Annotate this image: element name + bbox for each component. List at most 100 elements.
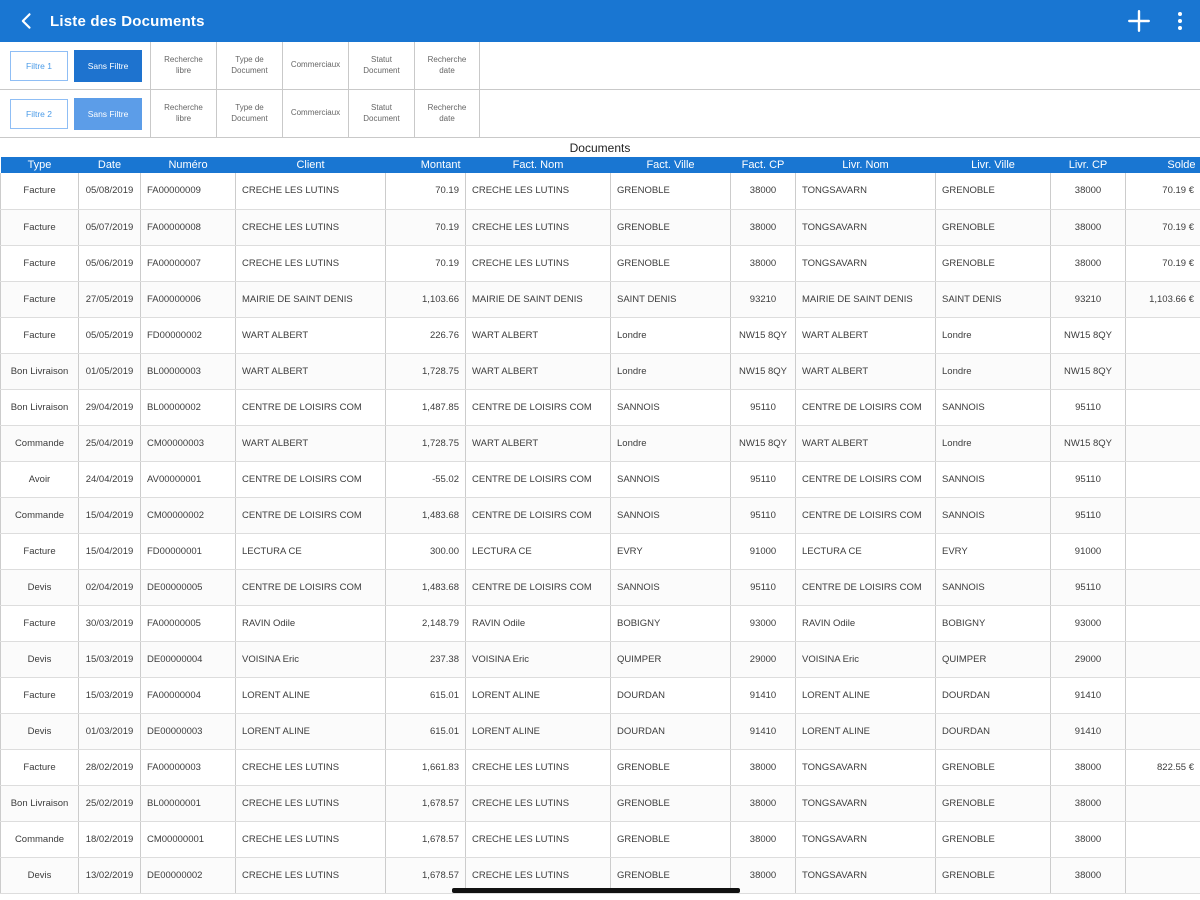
table-row[interactable]: Bon Livraison 25/02/2019 BL00000001 CRECHE … <box>0 785 1200 822</box>
cell-num-ro: CM00000003 <box>140 425 236 462</box>
filter-button-statut-document[interactable]: Statut Document <box>348 90 414 137</box>
table-row[interactable]: Facture 15/04/2019 FD00000001 LECTURA CE 300… <box>0 533 1200 570</box>
cell-livr-cp: 95110 <box>1050 461 1126 498</box>
cell-num-ro: BL00000003 <box>140 353 236 390</box>
cell-montant: 1,661.83 <box>385 749 466 786</box>
cell-livr-ville: BOBIGNY <box>935 605 1051 642</box>
cell-num-ro: BL00000002 <box>140 389 236 426</box>
table-row[interactable]: Devis 02/04/2019 DE00000005 CENTRE DE LOISI… <box>0 569 1200 606</box>
cell-num-ro: CM00000002 <box>140 497 236 534</box>
filter-row-2: Filtre 2 Sans Filtre Recherche libre Type… <box>0 90 1200 138</box>
filter-button-recherche-date[interactable]: Recherche date <box>414 42 480 89</box>
cell-fact-nom: CENTRE DE LOISIRS COM <box>465 389 611 426</box>
table-row[interactable]: Devis 15/03/2019 DE00000004 VOISINA Eric 237… <box>0 641 1200 678</box>
column-header-type[interactable]: Type <box>0 157 79 173</box>
column-header-date[interactable]: Date <box>78 157 141 173</box>
cell-date: 15/04/2019 <box>78 497 141 534</box>
cell-solde <box>1125 605 1200 642</box>
cell-fact-ville: Londre <box>610 317 731 354</box>
column-header-montant[interactable]: Montant <box>385 157 466 173</box>
cell-type: Avoir <box>0 461 79 498</box>
cell-livr-ville: QUIMPER <box>935 641 1051 678</box>
column-header-fact-cp[interactable]: Fact. CP <box>730 157 796 173</box>
sans-filtre-1-button[interactable]: Sans Filtre <box>74 49 142 82</box>
cell-date: 25/02/2019 <box>78 785 141 822</box>
column-header-livr-nom[interactable]: Livr. Nom <box>795 157 936 173</box>
cell-livr-cp: 91000 <box>1050 533 1126 570</box>
cell-fact-ville: GRENOBLE <box>610 749 731 786</box>
cell-fact-ville: Londre <box>610 353 731 390</box>
table-row[interactable]: Bon Livraison 01/05/2019 BL00000003 WART AL… <box>0 353 1200 390</box>
table-row[interactable]: Avoir 24/04/2019 AV00000001 CENTRE DE LOISI… <box>0 461 1200 498</box>
cell-date: 30/03/2019 <box>78 605 141 642</box>
filter-button-type-de-document[interactable]: Type de Document <box>216 42 282 89</box>
table-row[interactable]: Facture 15/03/2019 FA00000004 LORENT ALINE 6… <box>0 677 1200 714</box>
cell-num-ro: DE00000003 <box>140 713 236 750</box>
cell-type: Facture <box>0 605 79 642</box>
table-row[interactable]: Commande 25/04/2019 CM00000003 WART ALBERT 1… <box>0 425 1200 462</box>
cell-fact-cp: 38000 <box>730 245 796 282</box>
cell-livr-nom: TONGSAVARN <box>795 749 936 786</box>
table-row[interactable]: Commande 15/04/2019 CM00000002 CENTRE DE LO… <box>0 497 1200 534</box>
column-header-livr-cp[interactable]: Livr. CP <box>1050 157 1126 173</box>
filter-button-recherche-libre[interactable]: Recherche libre <box>150 90 216 137</box>
filtre-2-button[interactable]: Filtre 2 <box>10 98 68 129</box>
cell-livr-ville: GRENOBLE <box>935 857 1051 894</box>
cell-num-ro: DE00000005 <box>140 569 236 606</box>
column-header-client[interactable]: Client <box>235 157 386 173</box>
cell-solde <box>1125 389 1200 426</box>
cell-solde <box>1125 533 1200 570</box>
filter-button-commerciaux[interactable]: Commerciaux <box>282 42 348 89</box>
cell-num-ro: FA00000003 <box>140 749 236 786</box>
filter-button-commerciaux[interactable]: Commerciaux <box>282 90 348 137</box>
table-row[interactable]: Facture 27/05/2019 FA00000006 MAIRIE DE SAI… <box>0 281 1200 318</box>
back-button[interactable] <box>14 8 40 34</box>
table-row[interactable]: Facture 05/08/2019 FA00000009 CRECHE LES LU… <box>0 173 1200 210</box>
filtre-1-button[interactable]: Filtre 1 <box>10 50 68 81</box>
cell-date: 28/02/2019 <box>78 749 141 786</box>
horizontal-scrollbar[interactable] <box>452 888 740 893</box>
app-bar-actions <box>1126 8 1186 34</box>
cell-client: LECTURA CE <box>235 533 386 570</box>
cell-client: CENTRE DE LOISIRS COM <box>235 389 386 426</box>
cell-client: CRECHE LES LUTINS <box>235 245 386 282</box>
table-row[interactable]: Commande 18/02/2019 CM00000001 CRECHE LES L… <box>0 821 1200 858</box>
filter-button-recherche-libre[interactable]: Recherche libre <box>150 42 216 89</box>
cell-fact-cp: 91410 <box>730 677 796 714</box>
cell-date: 05/07/2019 <box>78 209 141 246</box>
cell-livr-ville: SANNOIS <box>935 461 1051 498</box>
column-header-solde[interactable]: Solde <box>1125 157 1200 173</box>
table-row[interactable]: Facture 05/07/2019 FA00000008 CRECHE LES LU… <box>0 209 1200 246</box>
cell-solde <box>1125 461 1200 498</box>
cell-livr-cp: 95110 <box>1050 569 1126 606</box>
column-header-fact-ville[interactable]: Fact. Ville <box>610 157 731 173</box>
column-header-livr-ville[interactable]: Livr. Ville <box>935 157 1051 173</box>
sans-filtre-2-button[interactable]: Sans Filtre <box>74 97 142 130</box>
cell-livr-nom: CENTRE DE LOISIRS COM <box>795 569 936 606</box>
overflow-menu-button[interactable] <box>1174 10 1186 32</box>
table-row[interactable]: Facture 05/05/2019 FD00000002 WART ALBERT 22… <box>0 317 1200 354</box>
cell-fact-nom: WART ALBERT <box>465 425 611 462</box>
cell-client: WART ALBERT <box>235 317 386 354</box>
table-row[interactable]: Facture 05/06/2019 FA00000007 CRECHE LES LU… <box>0 245 1200 282</box>
cell-type: Bon Livraison <box>0 389 79 426</box>
cell-fact-cp: 29000 <box>730 641 796 678</box>
table-row[interactable]: Facture 28/02/2019 FA00000003 CRECHE LES LU… <box>0 749 1200 786</box>
filter-button-recherche-date[interactable]: Recherche date <box>414 90 480 137</box>
cell-livr-nom: WART ALBERT <box>795 353 936 390</box>
cell-livr-ville: Londre <box>935 425 1051 462</box>
table-row[interactable]: Facture 30/03/2019 FA00000005 RAVIN Odile 2,… <box>0 605 1200 642</box>
cell-fact-cp: NW15 8QY <box>730 317 796 354</box>
add-document-button[interactable] <box>1126 8 1152 34</box>
cell-num-ro: FA00000007 <box>140 245 236 282</box>
filter-button-statut-document[interactable]: Statut Document <box>348 42 414 89</box>
column-header-fact-nom[interactable]: Fact. Nom <box>465 157 611 173</box>
column-header-num-ro[interactable]: Numéro <box>140 157 236 173</box>
cell-fact-nom: WART ALBERT <box>465 353 611 390</box>
cell-date: 25/04/2019 <box>78 425 141 462</box>
table-row[interactable]: Devis 01/03/2019 DE00000003 LORENT ALINE 615… <box>0 713 1200 750</box>
table-row[interactable]: Bon Livraison 29/04/2019 BL00000002 CENTRE … <box>0 389 1200 426</box>
cell-fact-cp: NW15 8QY <box>730 425 796 462</box>
filter-button-type-de-document[interactable]: Type de Document <box>216 90 282 137</box>
cell-solde: 822.55 € <box>1125 749 1200 786</box>
